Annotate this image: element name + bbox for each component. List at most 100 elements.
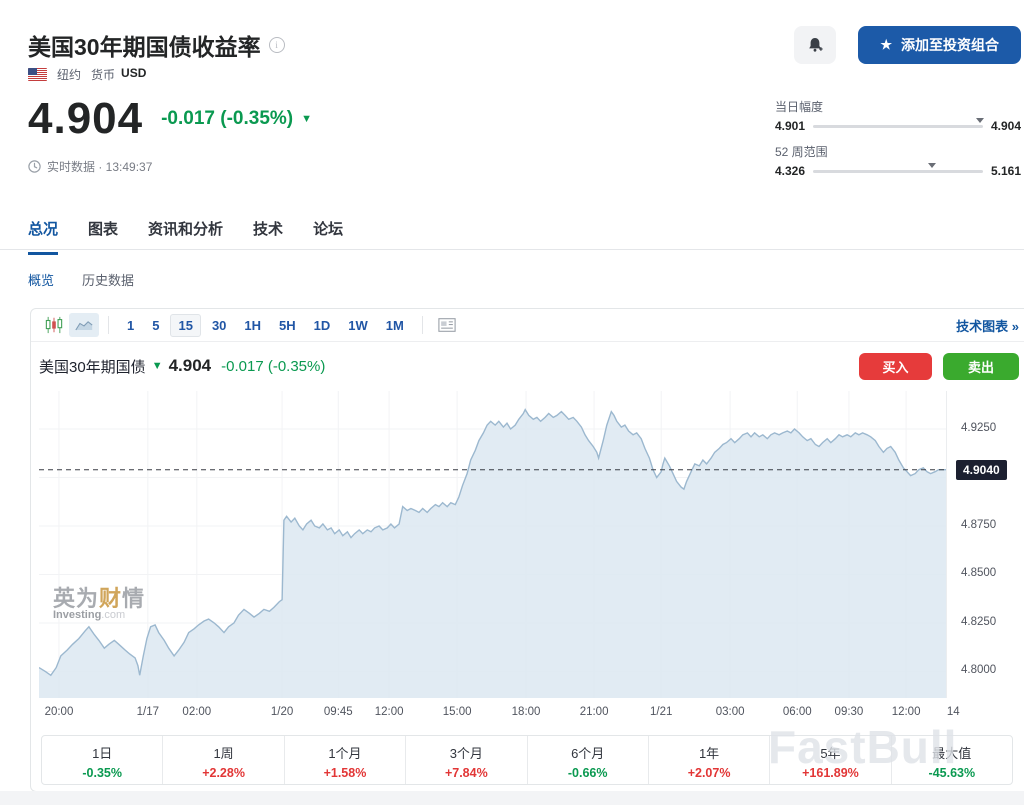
performance-value: -45.63% [892,766,1012,780]
chart-header: 美国30年期国债 ▼ 4.904 -0.017 (-0.35%) 买入 卖出 [39,349,1019,383]
chart-card: 1515301H5H1D1W1M 技术图表 » 美国30年期国债 ▼ 4.904… [30,308,1024,792]
performance-label: 最大值 [892,743,1012,762]
current-price-tag: 4.9040 [956,460,1007,480]
x-axis-tick: 20:00 [45,706,74,718]
y-axis-tick: 4.8750 [961,519,996,531]
buy-button[interactable]: 买入 [859,353,932,380]
x-axis: 20:001/1702:001/2009:4512:0015:0018:0021… [39,706,999,722]
daily-range-bar [813,125,983,128]
timeframe-5H[interactable]: 5H [272,315,303,336]
performance-period-3[interactable]: 3个月 +7.84% [405,736,526,784]
timeframe-1M[interactable]: 1M [379,315,411,336]
w52-range-marker-icon [928,163,936,168]
x-axis-tick: 1/21 [650,706,672,718]
x-axis-tick: 12:00 [892,706,921,718]
chart-change: -0.017 (-0.35%) [221,358,325,375]
y-axis-tick: 4.8000 [961,664,996,676]
tabs-divider [0,249,1024,250]
toolbar-separator [422,316,423,334]
change-down-triangle-icon: ▼ [301,113,312,125]
x-axis-tick: 12:00 [375,706,404,718]
daily-high: 4.904 [991,119,1021,133]
performance-value: +161.89% [770,766,890,780]
performance-value: +2.07% [649,766,769,780]
timeframe-1W[interactable]: 1W [341,315,375,336]
x-axis-tick: 14 [947,706,960,718]
performance-label: 6个月 [528,743,648,762]
performance-value: -0.35% [42,766,162,780]
realtime-status: 实时数据 · 13:49:37 [47,158,152,175]
x-axis-tick: 02:00 [182,706,211,718]
y-axis-tick: 4.8500 [961,567,996,579]
performance-value: +1.58% [285,766,405,780]
w52-range-bar [813,170,983,173]
chart-down-arrow-icon: ▼ [152,360,163,372]
timeframe-1[interactable]: 1 [120,315,141,336]
ranges-panel: 当日幅度 4.901 4.904 52 周范围 4.326 5.161 [775,98,1021,188]
bell-plus-icon [806,36,824,54]
page-title: 美国30年期国债收益率 [28,28,261,62]
timeframe-5[interactable]: 5 [145,315,166,336]
performance-period-7[interactable]: 最大值 -45.63% [891,736,1012,784]
performance-value: -0.66% [528,766,648,780]
daily-low: 4.901 [775,119,805,133]
performance-value: +2.28% [163,766,283,780]
currency-label: 货币 [91,66,115,83]
x-axis-tick: 1/17 [137,706,159,718]
timeframe-1D[interactable]: 1D [307,315,338,336]
performance-period-2[interactable]: 1个月 +1.58% [284,736,405,784]
area-chart-icon[interactable] [69,313,99,337]
x-axis-tick: 03:00 [716,706,745,718]
performance-label: 3个月 [406,743,526,762]
performance-period-6[interactable]: 5年 +161.89% [769,736,890,784]
x-axis-tick: 18:00 [512,706,541,718]
x-axis-tick: 09:45 [324,706,353,718]
subtab-1[interactable]: 历史数据 [82,270,134,289]
subtab-0[interactable]: 概览 [28,270,54,289]
performance-period-0[interactable]: 1日 -0.35% [42,736,162,784]
performance-period-1[interactable]: 1周 +2.28% [162,736,283,784]
sell-button[interactable]: 卖出 [943,353,1019,380]
technical-chart-link[interactable]: 技术图表 » [956,316,1019,335]
candlestick-chart-icon[interactable] [39,313,69,337]
performance-label: 1日 [42,743,162,762]
performance-value: +7.84% [406,766,526,780]
y-axis-tick: 4.8250 [961,616,996,628]
w52-high: 5.161 [991,164,1021,178]
bottom-strip [0,791,1024,805]
last-price: 4.904 [28,94,143,144]
performance-label: 1年 [649,743,769,762]
timeframe-1H[interactable]: 1H [237,315,268,336]
daily-range-label: 当日幅度 [775,98,1021,115]
w52-range-label: 52 周范围 [775,143,1021,160]
add-to-portfolio-button[interactable]: ★ 添加至投资组合 [858,26,1021,64]
create-alert-button[interactable] [794,26,836,64]
performance-period-4[interactable]: 6个月 -0.66% [527,736,648,784]
y-axis: 4.92504.90004.87504.85004.82504.8000 [961,391,1024,698]
exchange-label: 纽约 [57,66,81,83]
timeframe-15[interactable]: 15 [170,314,200,337]
performance-label: 5年 [770,743,890,762]
timeframe-30[interactable]: 30 [205,315,233,336]
performance-label: 1个月 [285,743,405,762]
chart-price: 4.904 [169,356,212,376]
sub-tabs: 概览 历史数据 [28,270,134,289]
performance-table: 1日 -0.35%1周 +2.28%1个月 +1.58%3个月 +7.84%6个月 -0.… [41,735,1013,785]
x-axis-tick: 15:00 [443,706,472,718]
us-flag-icon [28,68,47,81]
performance-label: 1周 [163,743,283,762]
x-axis-tick: 06:00 [783,706,812,718]
price-change: -0.017 (-0.35%) ▼ [161,108,312,130]
y-axis-tick: 4.9250 [961,422,996,434]
price-chart[interactable] [39,391,947,698]
toolbar-separator [108,316,109,334]
info-icon[interactable]: i [269,37,285,53]
news-panel-icon[interactable] [432,313,462,337]
x-axis-tick: 1/20 [271,706,293,718]
x-axis-tick: 09:30 [835,706,864,718]
w52-low: 4.326 [775,164,805,178]
star-icon: ★ [880,37,892,53]
chart-instrument-name: 美国30年期国债 [39,356,146,377]
performance-period-5[interactable]: 1年 +2.07% [648,736,769,784]
clock-icon [28,160,41,173]
